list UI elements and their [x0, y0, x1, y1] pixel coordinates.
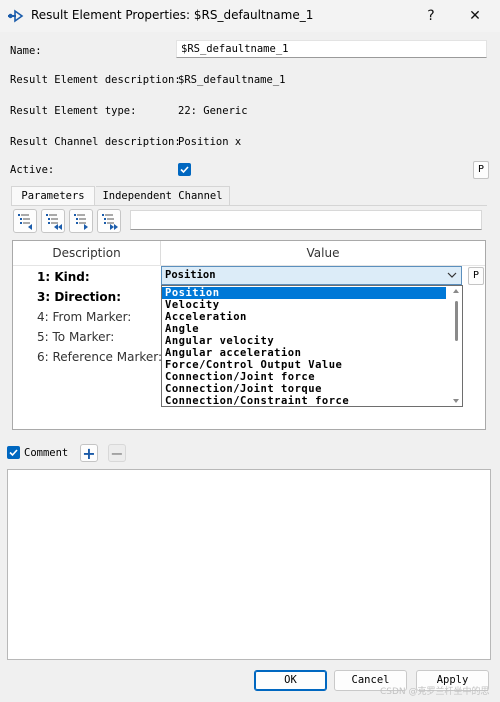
description-column-header: Description [13, 241, 161, 265]
filter-input[interactable] [130, 210, 482, 230]
comment-checkbox[interactable] [7, 446, 20, 459]
expand-right-button[interactable] [69, 209, 93, 233]
row-to-marker-label: 5: To Marker: [37, 330, 115, 344]
window-title: Result Element Properties: $RS_defaultna… [31, 8, 314, 22]
tree-expand-all-icon [102, 214, 118, 230]
type-value: 22: Generic [178, 105, 248, 117]
tree-collapse-left-icon [18, 214, 32, 230]
expand-all-button[interactable] [97, 209, 121, 233]
name-label: Name: [10, 45, 42, 57]
name-input[interactable]: $RS_defaultname_1 [176, 40, 487, 58]
scroll-down-arrow-icon[interactable] [453, 399, 459, 403]
dropdown-option[interactable]: Angle [162, 323, 446, 335]
dropdown-option[interactable]: Connection/Joint torque [162, 383, 446, 395]
active-p-button[interactable]: P [473, 161, 489, 179]
kind-combobox[interactable]: Position [161, 266, 462, 285]
dropdown-scrollbar-thumb[interactable] [455, 301, 458, 341]
row-direction-label: 3: Direction: [37, 290, 122, 304]
tab-divider [11, 205, 487, 206]
description-value: $RS_defaultname_1 [178, 74, 286, 86]
tree-collapse-all-icon [46, 214, 62, 230]
dropdown-option[interactable]: Force/Control Output Value [162, 359, 446, 371]
dropdown-option[interactable]: Acceleration [162, 311, 446, 323]
description-label: Result Element description: [10, 74, 181, 86]
scroll-up-arrow-icon[interactable] [453, 289, 459, 293]
dropdown-option[interactable]: Velocity [162, 299, 446, 311]
active-label: Active: [10, 164, 55, 176]
dropdown-option[interactable]: Angular velocity [162, 335, 446, 347]
comment-textarea[interactable] [7, 469, 491, 660]
kind-p-button[interactable]: P [468, 267, 484, 285]
checkmark-icon [9, 449, 18, 457]
checkmark-icon [180, 166, 189, 174]
channel-label: Result Channel description: [10, 136, 181, 148]
tab-parameters[interactable]: Parameters [11, 186, 95, 206]
collapse-left-button[interactable] [13, 209, 37, 233]
watermark: CSDN @克罗兰杆坐中的思 [380, 687, 490, 697]
collapse-all-button[interactable] [41, 209, 65, 233]
row-reference-marker-label: 6: Reference Marker: [37, 350, 163, 364]
dropdown-option[interactable]: Connection/Constraint force [162, 395, 446, 406]
dropdown-option[interactable]: Connection/Joint force [162, 371, 446, 383]
help-button[interactable]: ? [415, 4, 447, 28]
title-bar: Result Element Properties: $RS_defaultna… [0, 0, 500, 32]
app-icon [8, 9, 24, 23]
dropdown-option[interactable]: Position [162, 287, 446, 299]
kind-dropdown-list[interactable]: Position Velocity Acceleration Angle Ang… [161, 285, 463, 407]
ok-button[interactable]: OK [254, 670, 327, 691]
remove-comment-button[interactable]: − [108, 444, 126, 462]
chevron-down-icon [447, 272, 457, 278]
comment-label: Comment [24, 447, 69, 459]
add-comment-button[interactable]: + [80, 444, 98, 462]
row-from-marker-label: 4: From Marker: [37, 310, 132, 324]
tree-expand-right-icon [74, 214, 88, 230]
channel-value: Position x [178, 136, 242, 148]
tab-independent-channel[interactable]: Independent Channel [96, 186, 230, 206]
active-checkbox[interactable] [178, 163, 191, 176]
type-label: Result Element type: [10, 105, 137, 117]
close-button[interactable]: ✕ [459, 4, 491, 28]
dropdown-option[interactable]: Angular acceleration [162, 347, 446, 359]
value-column-header: Value [306, 246, 340, 260]
kind-value: Position [165, 269, 216, 281]
row-kind-label: 1: Kind: [37, 270, 90, 284]
